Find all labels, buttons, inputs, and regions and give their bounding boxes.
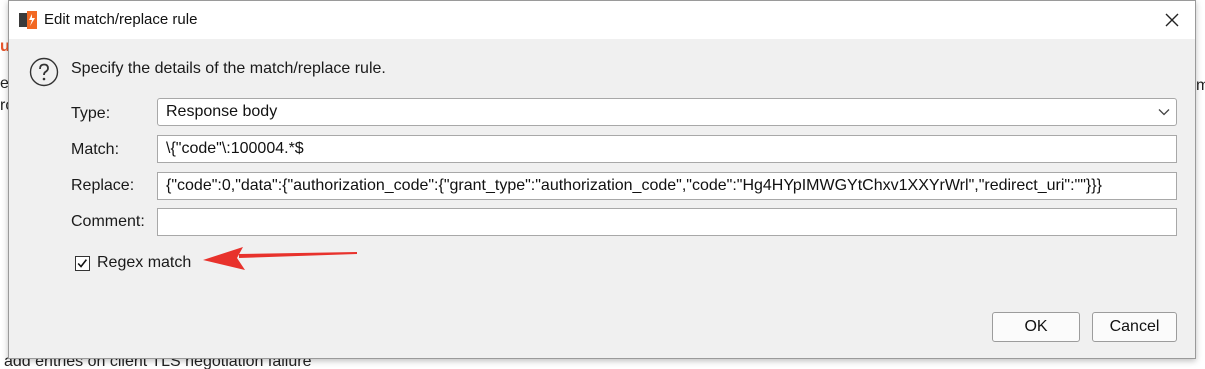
burp-app-icon [19, 11, 37, 29]
background-window-right-edge [1196, 0, 1205, 369]
ok-button[interactable]: OK [992, 312, 1080, 342]
replace-input[interactable]: {"code":0,"data":{"authorization_code":{… [157, 172, 1177, 200]
dialog-intro-text: Specify the details of the match/replace… [71, 60, 386, 77]
type-select-value: Response body [166, 103, 278, 120]
type-select[interactable]: Response body [157, 98, 1177, 126]
match-input[interactable]: \{"code"\:100004.*$ [157, 135, 1177, 163]
close-icon[interactable] [1161, 9, 1183, 31]
replace-label: Replace: [71, 177, 135, 194]
comment-input[interactable] [157, 208, 1177, 236]
checkmark-icon [77, 259, 88, 268]
regex-match-checkbox[interactable] [75, 256, 90, 271]
dialog-titlebar: Edit match/replace rule [9, 1, 1195, 39]
regex-match-label: Regex match [97, 254, 192, 271]
dialog-title: Edit match/replace rule [44, 11, 198, 28]
cancel-button[interactable]: Cancel [1092, 312, 1177, 342]
type-label: Type: [71, 105, 111, 122]
question-circle-icon [29, 57, 59, 87]
background-fragment: m [1196, 77, 1205, 94]
match-label: Match: [71, 141, 120, 158]
match-replace-dialog: Edit match/replace rule Specify the deta… [8, 0, 1196, 359]
red-arrow-annotation [203, 247, 357, 270]
comment-label: Comment: [71, 213, 145, 230]
chevron-down-icon [1158, 109, 1170, 116]
